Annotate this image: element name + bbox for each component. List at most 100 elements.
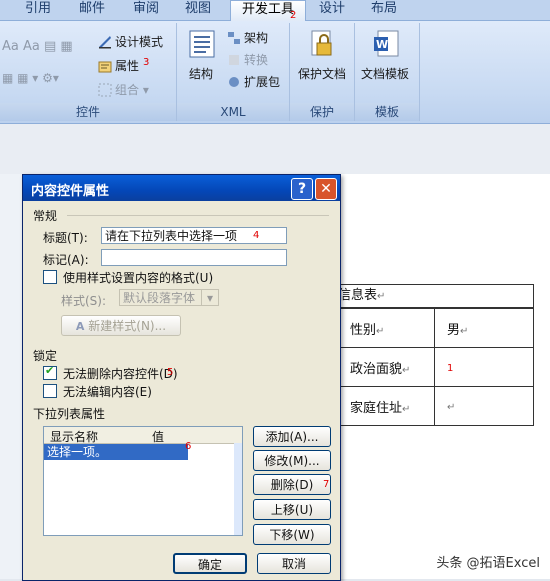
watermark-text: 头条 @拓语Excel (436, 556, 540, 571)
general-divider (67, 215, 329, 216)
cell-text: 性别 (350, 322, 377, 338)
use-style-label: 使用样式设置内容的格式(U) (63, 271, 214, 285)
tab-review[interactable]: 审阅 (126, 0, 166, 20)
picture-control-icons[interactable]: ▦ ▦ ▾ ⚙▾ (2, 71, 59, 85)
document-page[interactable]: 信息表↵ 性别↵ 男↵ 政治面貌↵ 1 家庭住址↵ ↵ (338, 174, 550, 579)
tab-mailings[interactable]: 邮件 (72, 0, 112, 20)
list-scrollbar[interactable] (234, 443, 242, 535)
controls-group: Aa Aa ▤ ▦ ▦ ▦ ▾ ⚙▾ 设计模式 属性 组合 ▾ 控件 (0, 23, 177, 121)
cell-text: 家庭住址 (350, 400, 403, 416)
list-header: 显示名称 值 (44, 427, 242, 444)
ok-button[interactable]: 确定 (173, 553, 247, 574)
ribbon-tab-bar: 引用 邮件 审阅 视图 开发工具 设计 布局 (0, 0, 550, 22)
expansion-pack-icon (227, 75, 241, 89)
move-down-button[interactable]: 下移(W) (253, 524, 331, 545)
tab-design[interactable]: 设计 (312, 0, 352, 20)
template-group-label: 模板 (355, 103, 419, 121)
design-mode-icon (98, 35, 112, 49)
expansion-pack-button[interactable]: 扩展包 (227, 73, 280, 90)
style-select-value: 默认段落字体 (123, 291, 196, 305)
structure-label: 结构 (189, 67, 214, 81)
lock-icon (311, 30, 332, 56)
design-mode-label: 设计模式 (115, 35, 164, 49)
schema-label: 架构 (244, 31, 269, 45)
ribbon: Aa Aa ▤ ▦ ▦ ▦ ▾ ⚙▾ 设计模式 属性 组合 ▾ 控件 结构 架构… (0, 21, 550, 124)
no-delete-checkbox[interactable] (43, 364, 57, 380)
paragraph-mark: ↵ (447, 401, 456, 413)
content-control-properties-dialog: 内容控件属性 ? ✕ 常规 标题(T): 请在下拉列表中选择一项 标记(A): … (22, 57, 341, 581)
table-title-cell[interactable]: 信息表↵ (338, 284, 534, 308)
table-row: 家庭住址↵ ↵ (338, 386, 534, 426)
schema-button[interactable]: 架构 (227, 29, 268, 46)
tag-input[interactable] (101, 249, 287, 266)
table-cell-value[interactable]: ↵ (434, 386, 534, 426)
protect-group-label: 保护 (290, 103, 354, 121)
text-control-icons[interactable]: Aa Aa ▤ ▦ (2, 39, 73, 54)
expansion-pack-label: 扩展包 (244, 75, 281, 89)
group-button[interactable]: 组合 ▾ (98, 81, 149, 98)
style-label: 样式(S): (61, 294, 107, 308)
column-display-name[interactable]: 显示名称 (50, 428, 98, 445)
paragraph-mark: ↵ (377, 291, 386, 302)
group-label: 组合 (115, 83, 140, 97)
tab-references[interactable]: 引用 (18, 0, 58, 20)
no-edit-checkbox[interactable] (43, 384, 57, 398)
annotation-marker-1: 1 (447, 362, 454, 374)
template-group: W 文档模板 模板 (355, 23, 420, 121)
controls-group-label: 控件 (0, 103, 176, 121)
dropdown-content-control[interactable]: 1 (434, 347, 534, 387)
ribbon-empty-area (420, 23, 550, 121)
move-up-button[interactable]: 上移(U) (253, 499, 331, 520)
tab-layout[interactable]: 布局 (364, 0, 404, 20)
structure-icon (189, 30, 215, 58)
column-value[interactable]: 值 (152, 428, 164, 445)
transform-button[interactable]: 转换 (227, 51, 268, 68)
word-template-icon: W (374, 30, 399, 57)
design-mode-button[interactable]: 设计模式 (98, 33, 163, 50)
dialog-title: 内容控件属性 (31, 184, 110, 199)
table-row: 政治面貌↵ 1 (338, 347, 534, 387)
annotation-marker-2: 2 (290, 10, 297, 21)
annotation-marker-3: 3 (143, 57, 150, 68)
use-style-checkbox[interactable] (43, 270, 57, 284)
chevron-down-icon[interactable]: ▾ (201, 289, 219, 306)
new-style-icon: A (75, 320, 85, 333)
table-cell-label[interactable]: 政治面貌↵ (338, 347, 435, 387)
general-section-heading: 常规 (33, 209, 58, 223)
paragraph-mark: ↵ (376, 325, 385, 337)
annotation-marker-7: 7 (323, 479, 330, 490)
title-label: 标题(T): (43, 231, 88, 245)
table-row: 性别↵ 男↵ (338, 308, 534, 348)
cancel-button[interactable]: 取消 (257, 553, 331, 574)
add-button[interactable]: 添加(A)... (253, 426, 331, 447)
xml-group: 结构 架构 转换 扩展包 XML (177, 23, 290, 121)
info-table: 性别↵ 男↵ 政治面貌↵ 1 家庭住址↵ ↵ (338, 308, 534, 426)
list-item[interactable]: 选择一项。 (44, 444, 188, 460)
lock-section-heading: 锁定 (33, 349, 58, 363)
transform-icon (227, 53, 241, 67)
remove-button[interactable]: 删除(D) (253, 474, 331, 495)
annotation-marker-4: 4 (253, 230, 260, 241)
protect-group: 保护文档 保护 (290, 23, 355, 121)
properties-button[interactable]: 属性 (98, 57, 139, 74)
close-button[interactable]: ✕ (315, 178, 337, 200)
dropdown-section-heading: 下拉列表属性 (33, 407, 106, 421)
help-button[interactable]: ? (291, 178, 313, 200)
dialog-titlebar[interactable]: 内容控件属性 ? ✕ (23, 175, 340, 201)
table-cell-label[interactable]: 家庭住址↵ (338, 386, 435, 426)
new-style-button[interactable]: A 新建样式(N)... (61, 315, 181, 336)
paragraph-mark: ↵ (402, 403, 411, 415)
table-title-text: 信息表 (338, 288, 378, 303)
table-cell-label[interactable]: 性别↵ (338, 308, 435, 348)
properties-icon (98, 59, 112, 73)
tab-view[interactable]: 视图 (178, 0, 218, 20)
transform-label: 转换 (244, 53, 269, 67)
table-cell-value[interactable]: 男↵ (434, 308, 534, 348)
no-edit-label: 无法编辑内容(E) (63, 385, 152, 399)
dropdown-items-list[interactable]: 显示名称 值 选择一项。 (43, 426, 243, 536)
tag-label: 标记(A): (43, 253, 89, 267)
protect-document-label: 保护文档 (298, 67, 347, 81)
modify-button[interactable]: 修改(M)... (253, 450, 331, 471)
group-icon (98, 83, 112, 97)
schema-icon (227, 31, 241, 45)
